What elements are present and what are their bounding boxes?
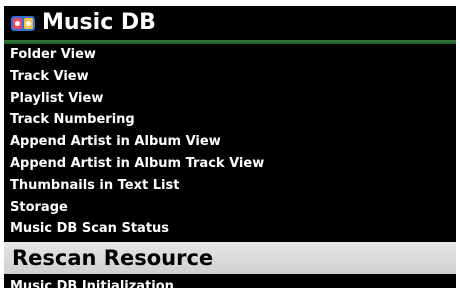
menu-item-track-numbering[interactable]: Track Numbering: [4, 109, 456, 131]
menu-item-track-view[interactable]: Track View: [4, 66, 456, 88]
menu-item-thumbnails-text-list[interactable]: Thumbnails in Text List: [4, 175, 456, 197]
menu-item-folder-view[interactable]: Folder View: [4, 44, 456, 66]
music-db-screen: Music DB Folder View Track View Playlist…: [4, 6, 456, 288]
menu-item-playlist-view[interactable]: Playlist View: [4, 88, 456, 110]
music-db-icon: [10, 13, 36, 33]
menu-item-music-db-initialization[interactable]: Music DB Initialization: [4, 276, 456, 288]
menu-item-music-db-scan-status[interactable]: Music DB Scan Status: [4, 218, 456, 240]
title-bar: Music DB: [4, 6, 456, 40]
menu-item-append-artist-album-view[interactable]: Append Artist in Album View: [4, 131, 456, 153]
page-title: Music DB: [42, 10, 156, 35]
menu-item-storage[interactable]: Storage: [4, 197, 456, 219]
menu-item-rescan-resource[interactable]: Rescan Resource: [4, 242, 456, 275]
menu-item-append-artist-album-track-view[interactable]: Append Artist in Album Track View: [4, 153, 456, 175]
settings-menu: Folder View Track View Playlist View Tra…: [4, 44, 456, 288]
